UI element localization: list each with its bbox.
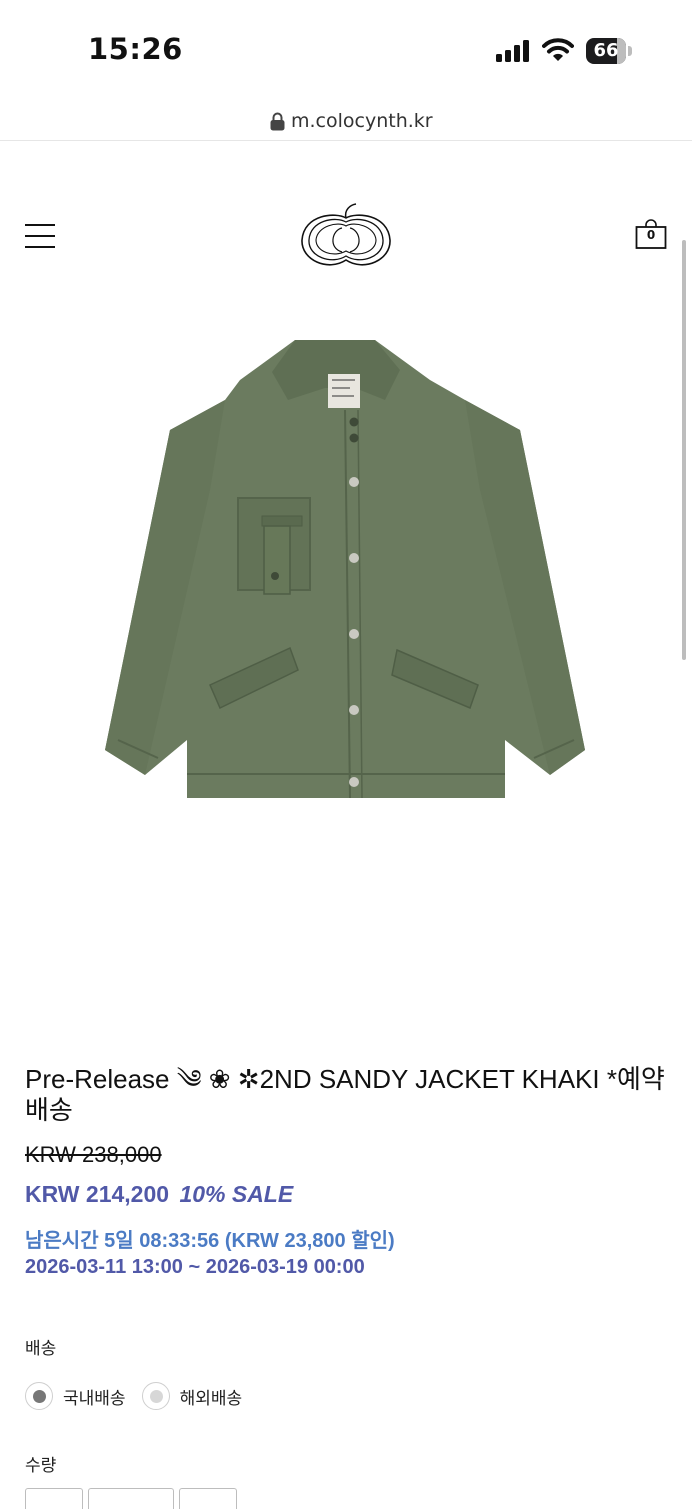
status-bar: 15:26 66 bbox=[0, 0, 692, 100]
overseas-shipping-label[interactable]: 해외배송 bbox=[180, 1384, 243, 1409]
battery-icon: 66 bbox=[586, 38, 626, 64]
product-image[interactable] bbox=[100, 330, 592, 800]
sale-period: 2026-03-11 13:00 ~ 2026-03-19 00:00 bbox=[25, 1256, 365, 1278]
scrollbar[interactable] bbox=[682, 240, 686, 660]
sale-price: KRW 214,200 bbox=[25, 1181, 170, 1207]
quantity-increase-button[interactable] bbox=[179, 1488, 237, 1509]
status-time: 15:26 bbox=[88, 32, 183, 66]
shipping-label: 배송 bbox=[25, 1339, 57, 1359]
url-text: m.colocynth.kr bbox=[291, 110, 433, 132]
original-price: KRW 238,000 bbox=[25, 1142, 162, 1167]
shipping-options: 국내배송 해외배송 bbox=[25, 1382, 258, 1410]
sale-price-row: KRW 214,200 10% SALE bbox=[25, 1181, 293, 1208]
browser-url-bar[interactable]: m.colocynth.kr bbox=[0, 100, 692, 141]
url-display[interactable]: m.colocynth.kr bbox=[270, 110, 433, 132]
hamburger-menu-icon[interactable] bbox=[25, 224, 55, 250]
domestic-shipping-label[interactable]: 국내배송 bbox=[63, 1384, 126, 1409]
sale-percent: 10% SALE bbox=[179, 1181, 294, 1207]
radio-overseas-shipping[interactable] bbox=[141, 1382, 170, 1410]
brand-logo[interactable] bbox=[298, 202, 394, 270]
sale-countdown: 남은시간 5일 08:33:56 (KRW 23,800 할인) bbox=[25, 1230, 395, 1252]
quantity-label: 수량 bbox=[25, 1456, 57, 1476]
quantity-decrease-button[interactable] bbox=[25, 1488, 83, 1509]
cart-count: 0 bbox=[646, 228, 656, 242]
cellular-signal-icon bbox=[496, 40, 529, 62]
battery-cap bbox=[628, 46, 632, 56]
battery-level: 66 bbox=[593, 40, 619, 61]
quantity-input[interactable] bbox=[88, 1488, 174, 1509]
lock-icon bbox=[270, 112, 285, 130]
product-title: Pre-Release ༄ ❀ ✲2ND SANDY JACKET KHAKI … bbox=[25, 1064, 665, 1125]
cart-button[interactable]: 0 bbox=[635, 218, 667, 250]
wifi-icon bbox=[542, 38, 574, 61]
radio-domestic-shipping[interactable] bbox=[25, 1382, 53, 1410]
